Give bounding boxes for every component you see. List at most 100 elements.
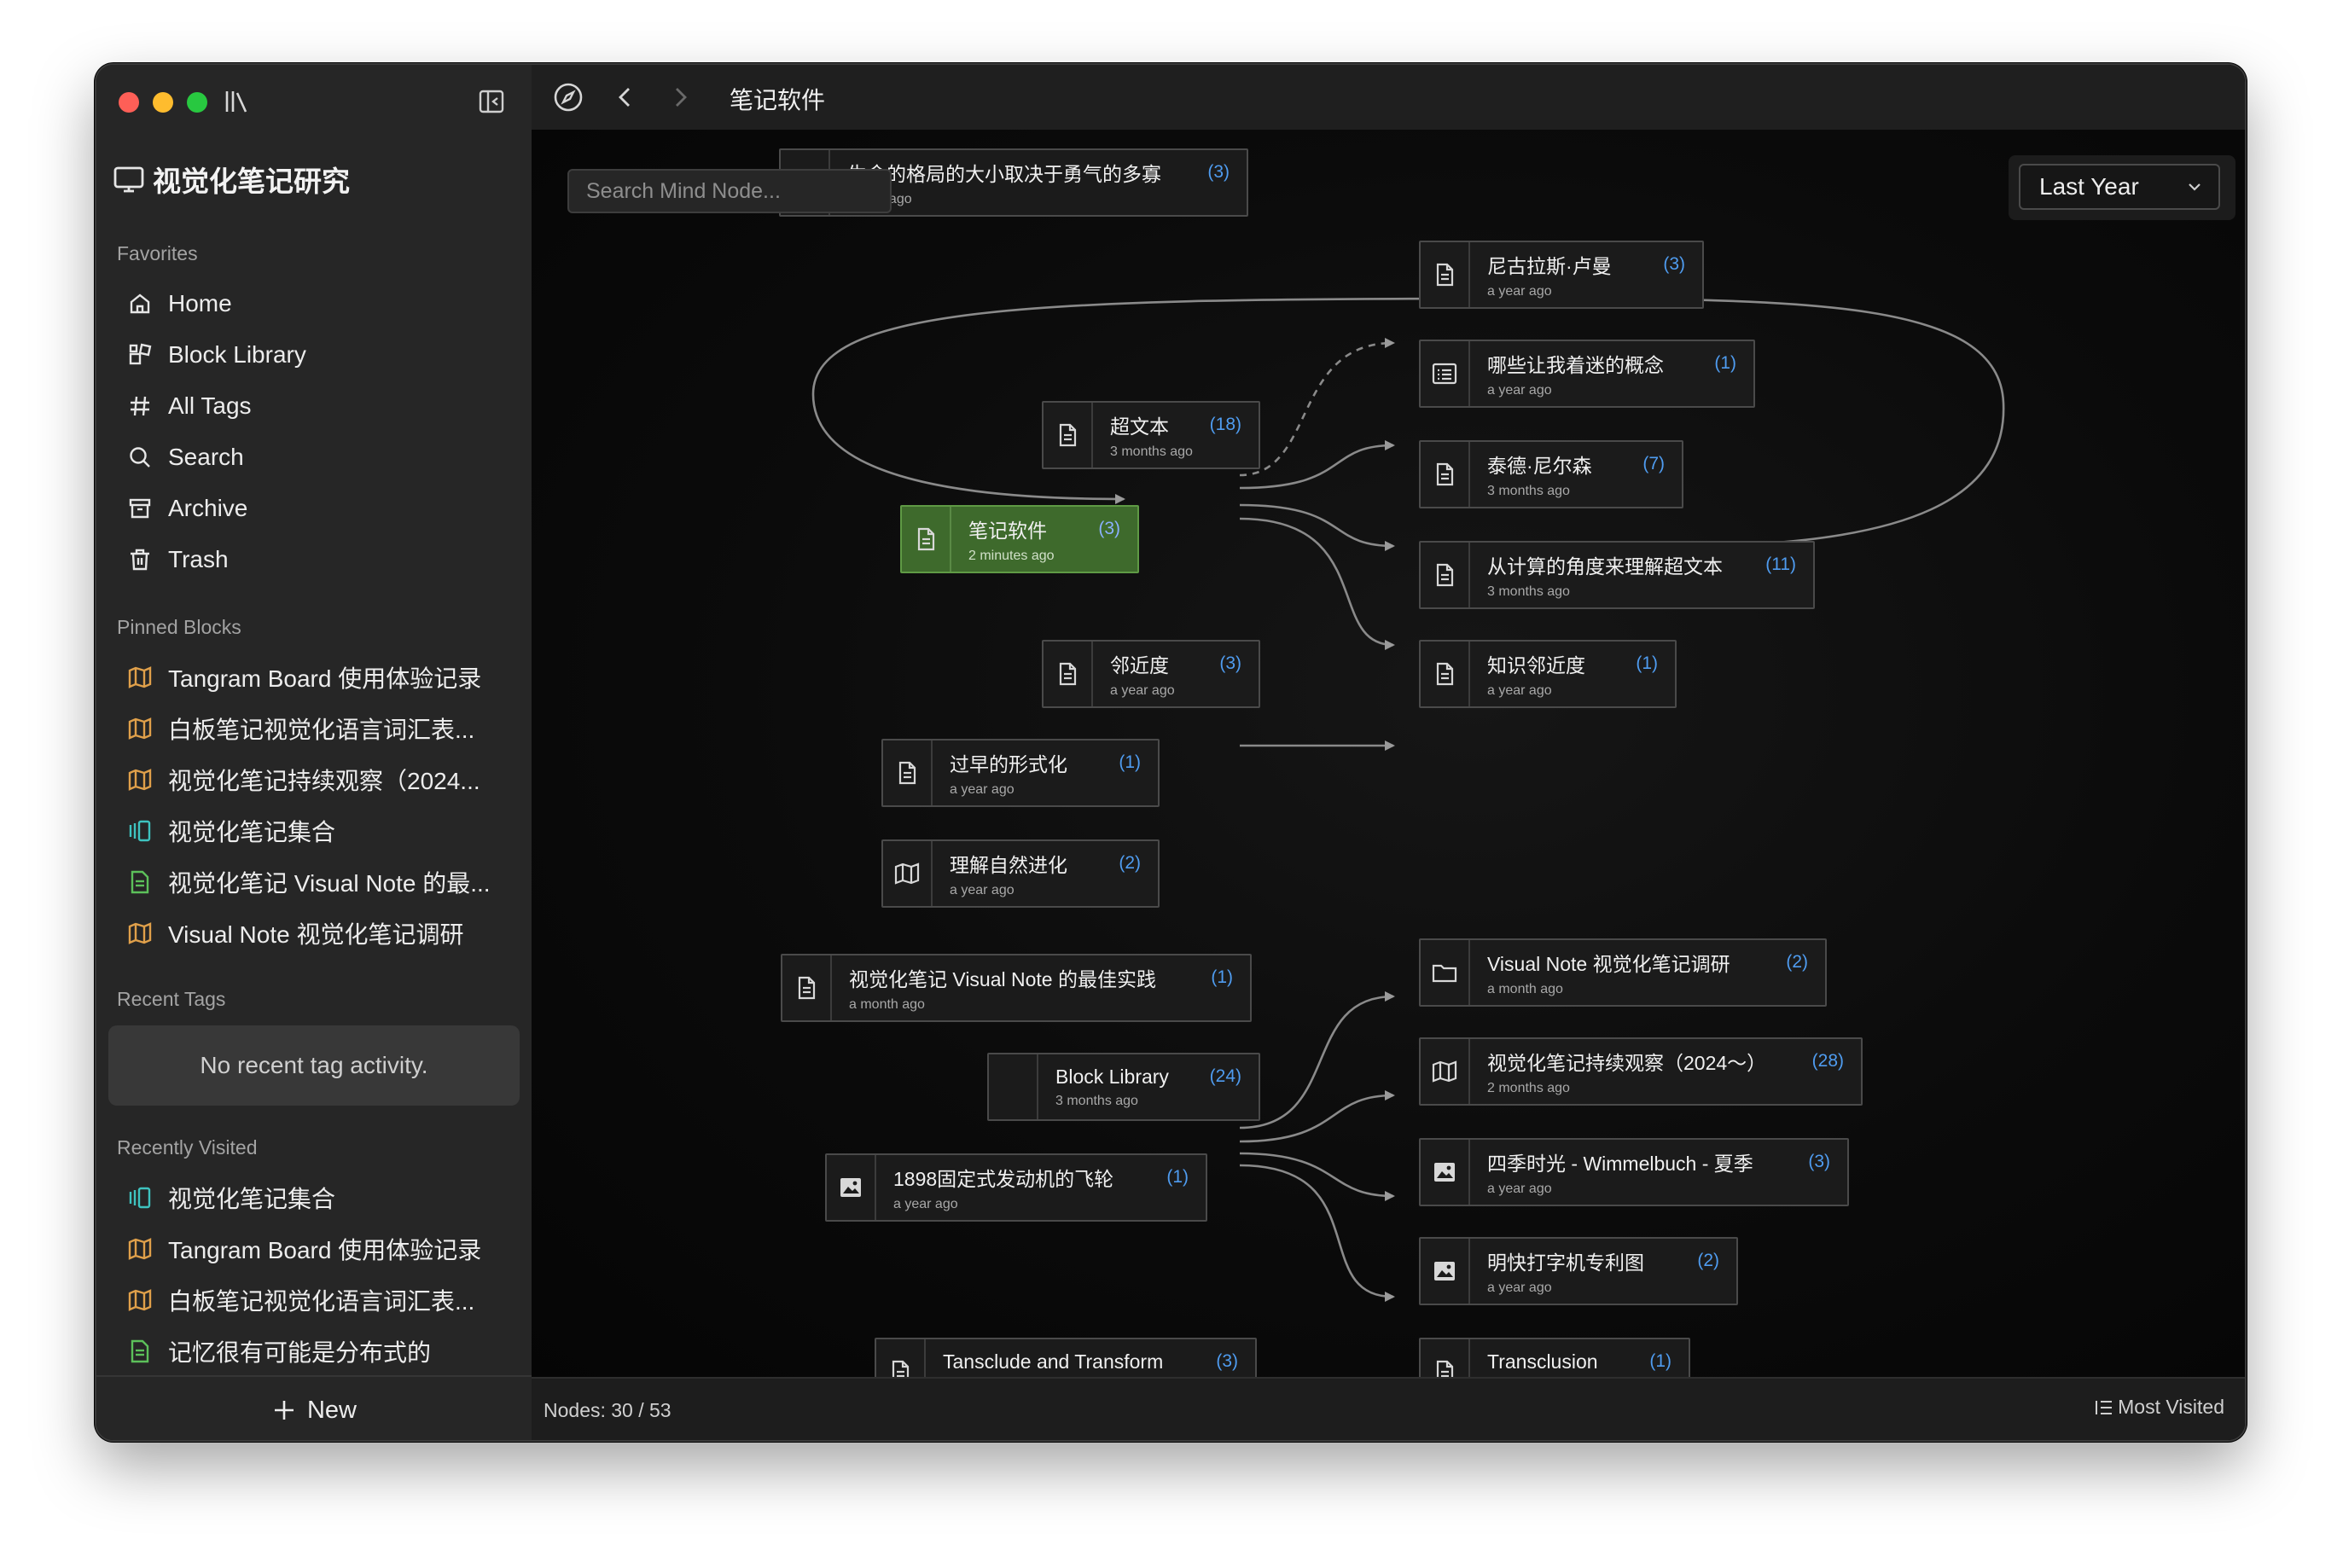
mind-node[interactable]: 过早的形式化 a year ago (1)	[881, 739, 1160, 807]
node-title: 视觉化笔记持续观察（2024～）	[1487, 1052, 1767, 1074]
pinned-item-label: 视觉化笔记 Visual Note 的最...	[168, 870, 491, 897]
node-link-count: (1)	[1166, 1167, 1189, 1187]
mind-map-edges	[811, 297, 2005, 1302]
pinned-item[interactable]: 白板笔记视觉化语言词汇表...	[113, 705, 506, 752]
document-icon	[883, 740, 933, 805]
sort-button[interactable]: Most Visited	[2094, 1396, 2224, 1419]
node-title: 尼古拉斯·卢曼	[1487, 255, 1612, 277]
mind-node[interactable]: 超文本 3 months ago (18)	[1042, 401, 1260, 469]
new-button-label: New	[306, 1396, 357, 1424]
recent-item-label: 记忆很有可能是分布式的	[168, 1339, 432, 1366]
mind-node[interactable]: 四季时光 - Wimmelbuch - 夏季 a year ago (3)	[1419, 1138, 1849, 1206]
node-link-count: (3)	[1207, 162, 1230, 182]
recently-visited-heading: Recently Visited	[117, 1136, 258, 1159]
node-timestamp: a year ago	[950, 883, 1015, 897]
mind-node[interactable]: 尼古拉斯·卢曼 a year ago (3)	[1419, 241, 1704, 309]
node-body: 视觉化笔记 Visual Note 的最佳实践 a month ago	[832, 955, 1211, 1020]
mind-map-canvas[interactable]: 生命的格局的大小取决于勇气的多寡 a year ago (3) 尼古拉斯·卢曼 a ye…	[532, 130, 2245, 1379]
sidebar-item-search[interactable]: Search	[113, 433, 506, 481]
pinned-item[interactable]: Tangram Board 使用体验记录	[113, 653, 506, 701]
map-icon	[125, 663, 154, 692]
node-title: 视觉化笔记 Visual Note 的最佳实践	[849, 968, 1156, 990]
node-title: Transclusion	[1487, 1350, 1598, 1373]
pinned-item[interactable]: 视觉化笔记 Visual Note 的最...	[113, 858, 506, 906]
node-title: Tansclude and Transform	[943, 1350, 1164, 1373]
node-link-count: (1)	[1636, 653, 1658, 673]
new-button[interactable]: New	[96, 1375, 532, 1440]
node-title: 哪些让我着迷的概念	[1487, 354, 1664, 376]
node-timestamp: a year ago	[1487, 1281, 1552, 1295]
recent-item[interactable]: 记忆很有可能是分布式的	[113, 1327, 506, 1375]
sidebar-item-block-library[interactable]: Block Library	[113, 331, 506, 379]
compass-icon[interactable]	[552, 81, 584, 118]
node-title: 1898固定式发动机的飞轮	[893, 1168, 1114, 1190]
sidebar: 视觉化笔记研究 Favorites Home Block Library All…	[96, 65, 533, 1440]
recent-item-label: 白板笔记视觉化语言词汇表...	[168, 1288, 475, 1315]
forward-button[interactable]	[665, 82, 695, 117]
back-button[interactable]	[610, 82, 641, 117]
node-timestamp: a year ago	[893, 1197, 958, 1211]
mind-node[interactable]: 1898固定式发动机的飞轮 a year ago (1)	[825, 1153, 1207, 1222]
maximize-window-button[interactable]	[187, 92, 207, 113]
mind-node[interactable]: 从计算的角度来理解超文本 3 months ago (11)	[1419, 541, 1815, 609]
node-body: 明快打字机专利图 a year ago	[1470, 1239, 1697, 1304]
archive-icon	[125, 494, 154, 523]
recent-item[interactable]: Tangram Board 使用体验记录	[113, 1225, 506, 1273]
node-timestamp: a month ago	[849, 997, 925, 1012]
node-body: Block Library 3 months ago	[1038, 1054, 1210, 1119]
mind-node[interactable]: 笔记软件 2 minutes ago (3)	[900, 505, 1139, 573]
home-icon	[125, 289, 154, 318]
mind-node[interactable]: 视觉化笔记持续观察（2024～） 2 months ago (28)	[1419, 1037, 1863, 1106]
node-timestamp: a year ago	[1487, 683, 1552, 698]
mind-node[interactable]: Transclusiona year ago(1)	[1419, 1338, 1690, 1379]
sidebar-item-all-tags[interactable]: All Tags	[113, 382, 506, 430]
sidebar-item-trash[interactable]: Trash	[113, 536, 506, 584]
mind-node[interactable]: 视觉化笔记 Visual Note 的最佳实践 a month ago (1)	[781, 954, 1252, 1022]
sidebar-item-home[interactable]: Home	[113, 280, 506, 328]
library-icon[interactable]	[223, 87, 252, 120]
node-title: 邻近度	[1110, 654, 1169, 677]
minimize-window-button[interactable]	[153, 92, 173, 113]
node-timestamp: a month ago	[1487, 982, 1563, 996]
mind-node[interactable]: 泰德·尼尔森 3 months ago (7)	[1419, 440, 1683, 508]
node-link-count: (2)	[1697, 1251, 1719, 1270]
toggle-sidebar-icon[interactable]	[477, 87, 506, 120]
node-link-count: (1)	[1211, 967, 1233, 987]
node-body: 从计算的角度来理解超文本 3 months ago	[1470, 543, 1765, 607]
recent-tags-heading: Recent Tags	[117, 988, 226, 1010]
plus-icon	[274, 1401, 294, 1420]
pinned-item[interactable]: 视觉化笔记集合	[113, 807, 506, 855]
node-body: 四季时光 - Wimmelbuch - 夏季 a year ago	[1470, 1140, 1808, 1205]
workspace-header[interactable]: 视觉化笔记研究	[112, 159, 350, 200]
mind-node[interactable]: Block Library 3 months ago (24)	[987, 1053, 1260, 1121]
sidebar-item-label: All Tags	[168, 392, 252, 419]
search-mind-node-input[interactable]: Search Mind Node...	[567, 169, 892, 213]
map-icon	[125, 919, 154, 948]
list-icon	[1421, 341, 1470, 406]
pinned-item[interactable]: 视觉化笔记持续观察（2024...	[113, 756, 506, 804]
mind-node[interactable]: 理解自然进化 a year ago (2)	[881, 839, 1160, 908]
sidebar-item-archive[interactable]: Archive	[113, 485, 506, 532]
mind-node[interactable]: 邻近度 a year ago (3)	[1042, 640, 1260, 708]
recent-item[interactable]: 视觉化笔记集合	[113, 1174, 506, 1222]
close-window-button[interactable]	[119, 92, 139, 113]
node-link-count: (28)	[1811, 1051, 1844, 1071]
document-icon	[782, 955, 832, 1020]
node-timestamp: 2 minutes ago	[968, 549, 1055, 563]
mind-node[interactable]: Visual Note 视觉化笔记调研 a month ago (2)	[1419, 938, 1827, 1007]
node-title: Visual Note 视觉化笔记调研	[1487, 953, 1730, 975]
mind-node[interactable]: 明快打字机专利图 a year ago (2)	[1419, 1237, 1738, 1305]
node-body: Tansclude and Transforma year ago	[926, 1339, 1216, 1379]
pinned-item[interactable]: Visual Note 视觉化笔记调研	[113, 909, 506, 957]
sort-label: Most Visited	[2118, 1396, 2224, 1418]
pinned-item-label: Tangram Board 使用体验记录	[168, 665, 482, 692]
time-filter-select[interactable]: Last Year	[2019, 164, 2220, 210]
node-link-count: (18)	[1209, 415, 1241, 434]
recent-item[interactable]: 白板笔记视觉化语言词汇表...	[113, 1276, 506, 1324]
image-icon	[1421, 1140, 1470, 1205]
mind-node[interactable]: Tansclude and Transforma year ago(3)	[875, 1338, 1257, 1379]
node-link-count: (3)	[1216, 1351, 1238, 1371]
chevron-right-icon	[676, 88, 687, 107]
mind-node[interactable]: 知识邻近度 a year ago (1)	[1419, 640, 1677, 708]
mind-node[interactable]: 哪些让我着迷的概念 a year ago (1)	[1419, 340, 1755, 408]
